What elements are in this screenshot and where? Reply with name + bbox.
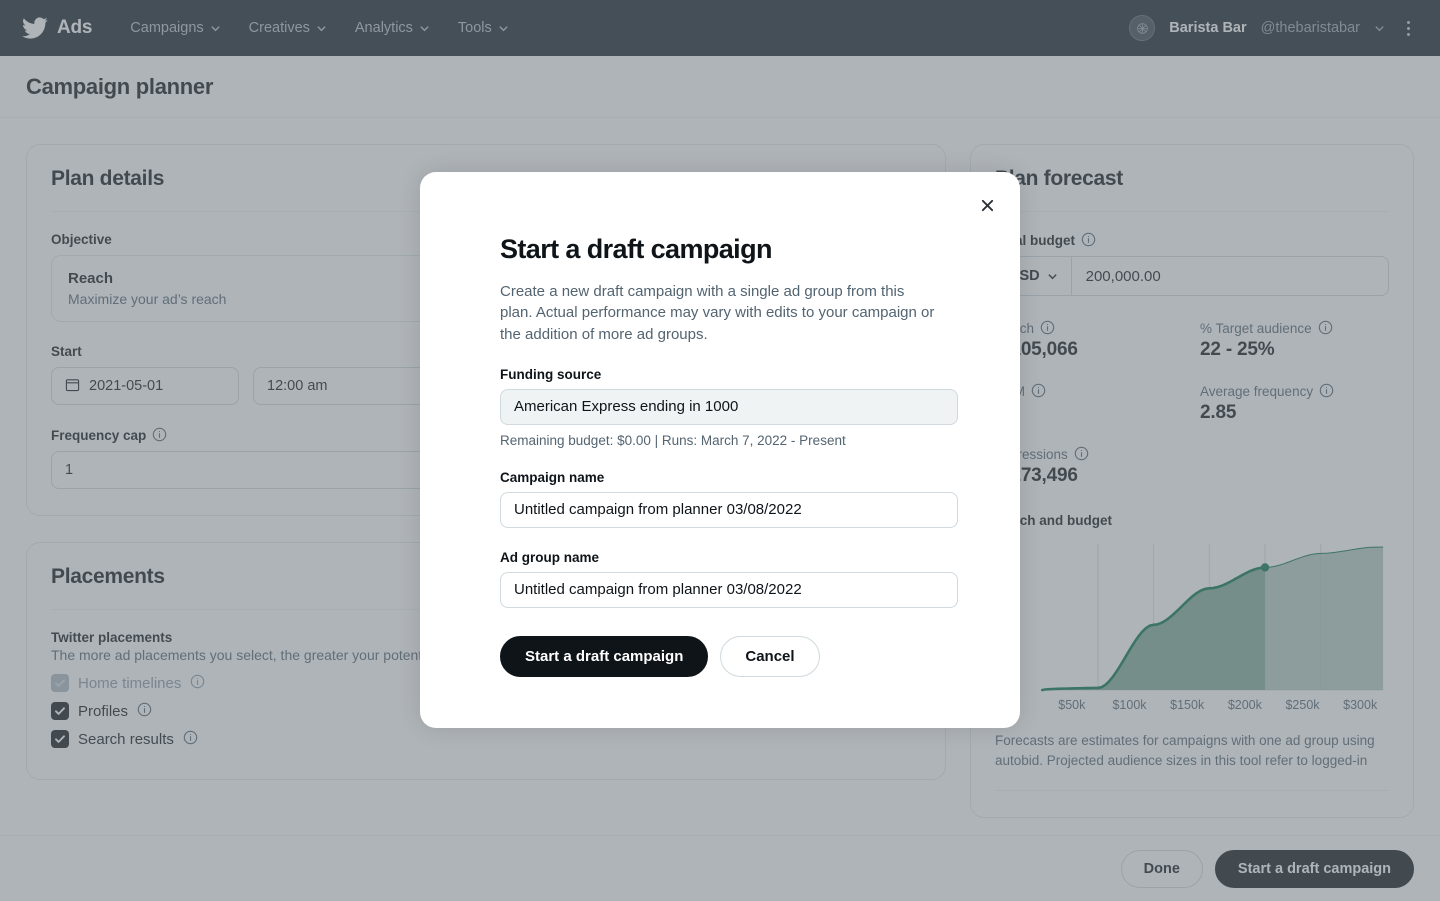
- ad-group-name-label: Ad group name: [500, 549, 600, 565]
- close-icon[interactable]: [972, 190, 1002, 220]
- campaign-name-label: Campaign name: [500, 469, 605, 485]
- ad-group-name-input[interactable]: [500, 571, 958, 608]
- funding-source-value: American Express ending in 1000: [514, 398, 739, 416]
- dialog-title: Start a draft campaign: [500, 234, 772, 264]
- funding-source-field[interactable]: American Express ending in 1000: [500, 388, 958, 425]
- dialog-actions: Start a draft campaign Cancel: [500, 635, 958, 677]
- dialog-description: Create a new draft campaign with a singl…: [500, 283, 935, 343]
- funding-source-label: Funding source: [500, 366, 602, 382]
- start-draft-campaign-dialog: Start a draft campaign Create a new draf…: [420, 172, 1020, 728]
- funding-source-hint: Remaining budget: $0.00 | Runs: March 7,…: [500, 432, 846, 448]
- dialog-submit-button[interactable]: Start a draft campaign: [500, 635, 709, 677]
- dialog-cancel-button[interactable]: Cancel: [720, 635, 820, 677]
- campaign-name-input[interactable]: [500, 491, 958, 528]
- dialog-body: Start a draft campaign Create a new draf…: [420, 172, 1020, 677]
